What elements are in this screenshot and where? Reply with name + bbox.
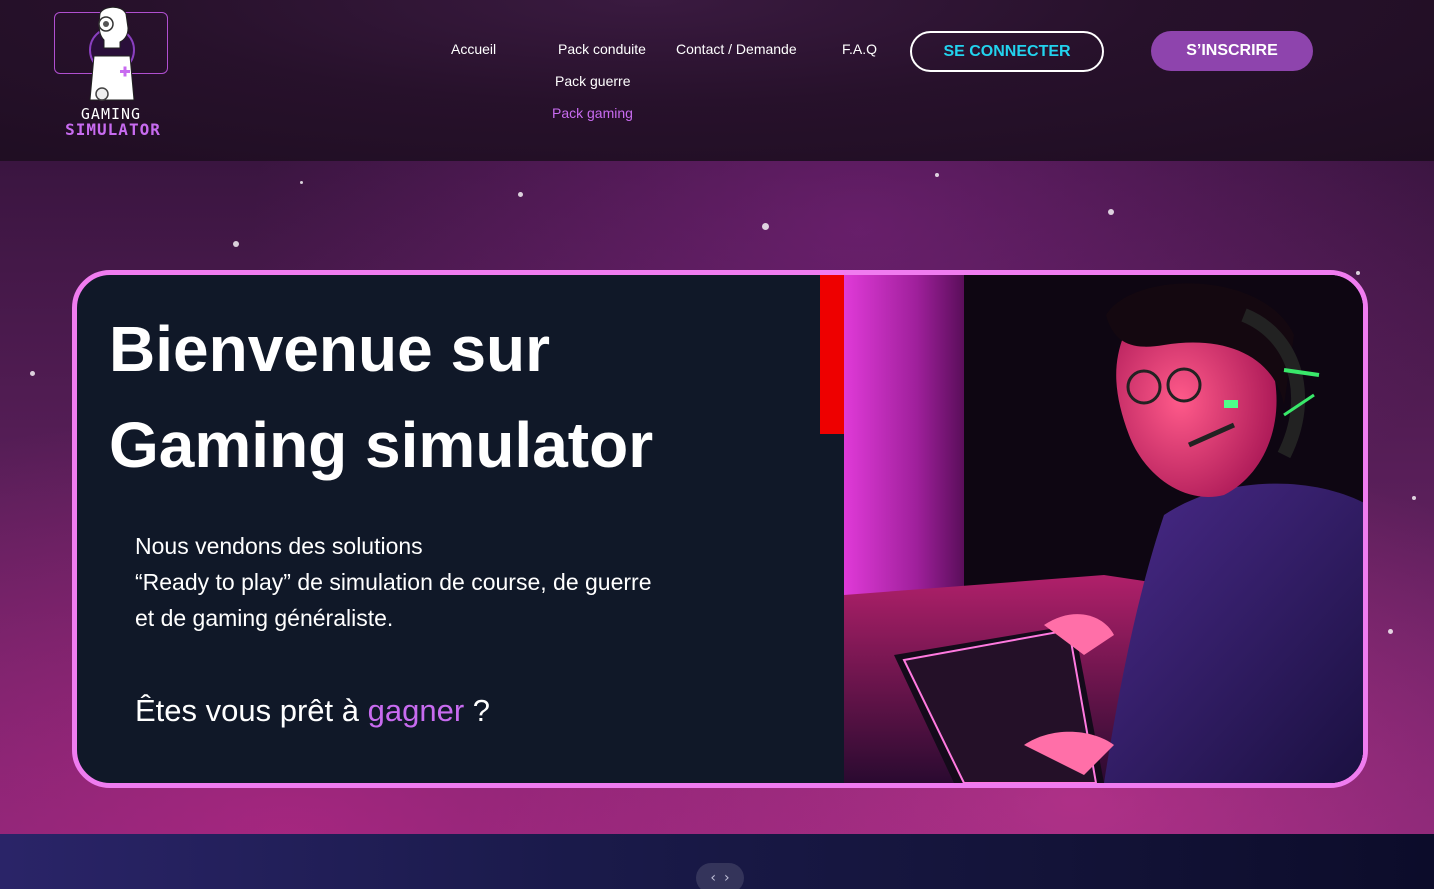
register-button[interactable]: S’INSCRIRE [1151,31,1313,71]
star-decoration [518,192,523,197]
nav-faq[interactable]: F.A.Q [842,41,877,57]
gamer-photo [844,275,1363,783]
hero-question-suffix: ? [464,693,491,728]
chevron-left-icon[interactable]: ‹ [710,870,716,886]
nav-home[interactable]: Accueil [451,41,496,57]
chevron-right-icon[interactable]: › [724,870,730,886]
star-decoration [300,181,303,184]
hero-question: Êtes vous prêt à gagner ? [135,693,795,729]
hero-question-prefix: Êtes vous prêt à [135,693,368,728]
hero-description-line-2: “Ready to play” de simulation de course,… [135,569,652,595]
nav-pack-driving[interactable]: Pack conduite [558,41,646,57]
robot-logo-icon [89,6,135,101]
logo-text-simulator: SIMULATOR [65,120,161,139]
hero-question-accent: gagner [367,693,465,728]
gaming-simulator-logo[interactable]: GAMING SIMULATOR [52,4,174,140]
red-accent-bar [820,275,844,434]
star-decoration [1412,496,1416,500]
star-decoration [1108,209,1114,215]
hero-title-line-2: Gaming simulator [109,409,654,481]
nav-contact[interactable]: Contact / Demande [676,41,797,57]
nav-pack-war[interactable]: Pack guerre [555,73,630,89]
star-decoration [1388,629,1393,634]
login-button[interactable]: SE CONNECTER [910,31,1104,72]
hero-title: Bienvenue sur Gaming simulator [109,301,809,493]
hero-description-line-3: et de gaming généraliste. [135,605,394,631]
star-decoration [233,241,239,247]
hero-description: Nous vendons des solutions “Ready to pla… [135,528,795,636]
hero-card: Bienvenue sur Gaming simulator Nous vend… [72,270,1368,788]
gamer-illustration [844,275,1363,783]
star-decoration [762,223,769,230]
nav-pack-gaming[interactable]: Pack gaming [552,105,633,121]
star-decoration [935,173,939,177]
star-decoration [30,371,35,376]
next-section: ‹ › [0,834,1434,889]
hero-title-line-1: Bienvenue sur [109,313,551,385]
hero-description-line-1: Nous vendons des solutions [135,533,423,559]
carousel-nav: ‹ › [696,863,744,889]
site-header: GAMING SIMULATOR Accueil Pack conduite P… [0,0,1434,161]
